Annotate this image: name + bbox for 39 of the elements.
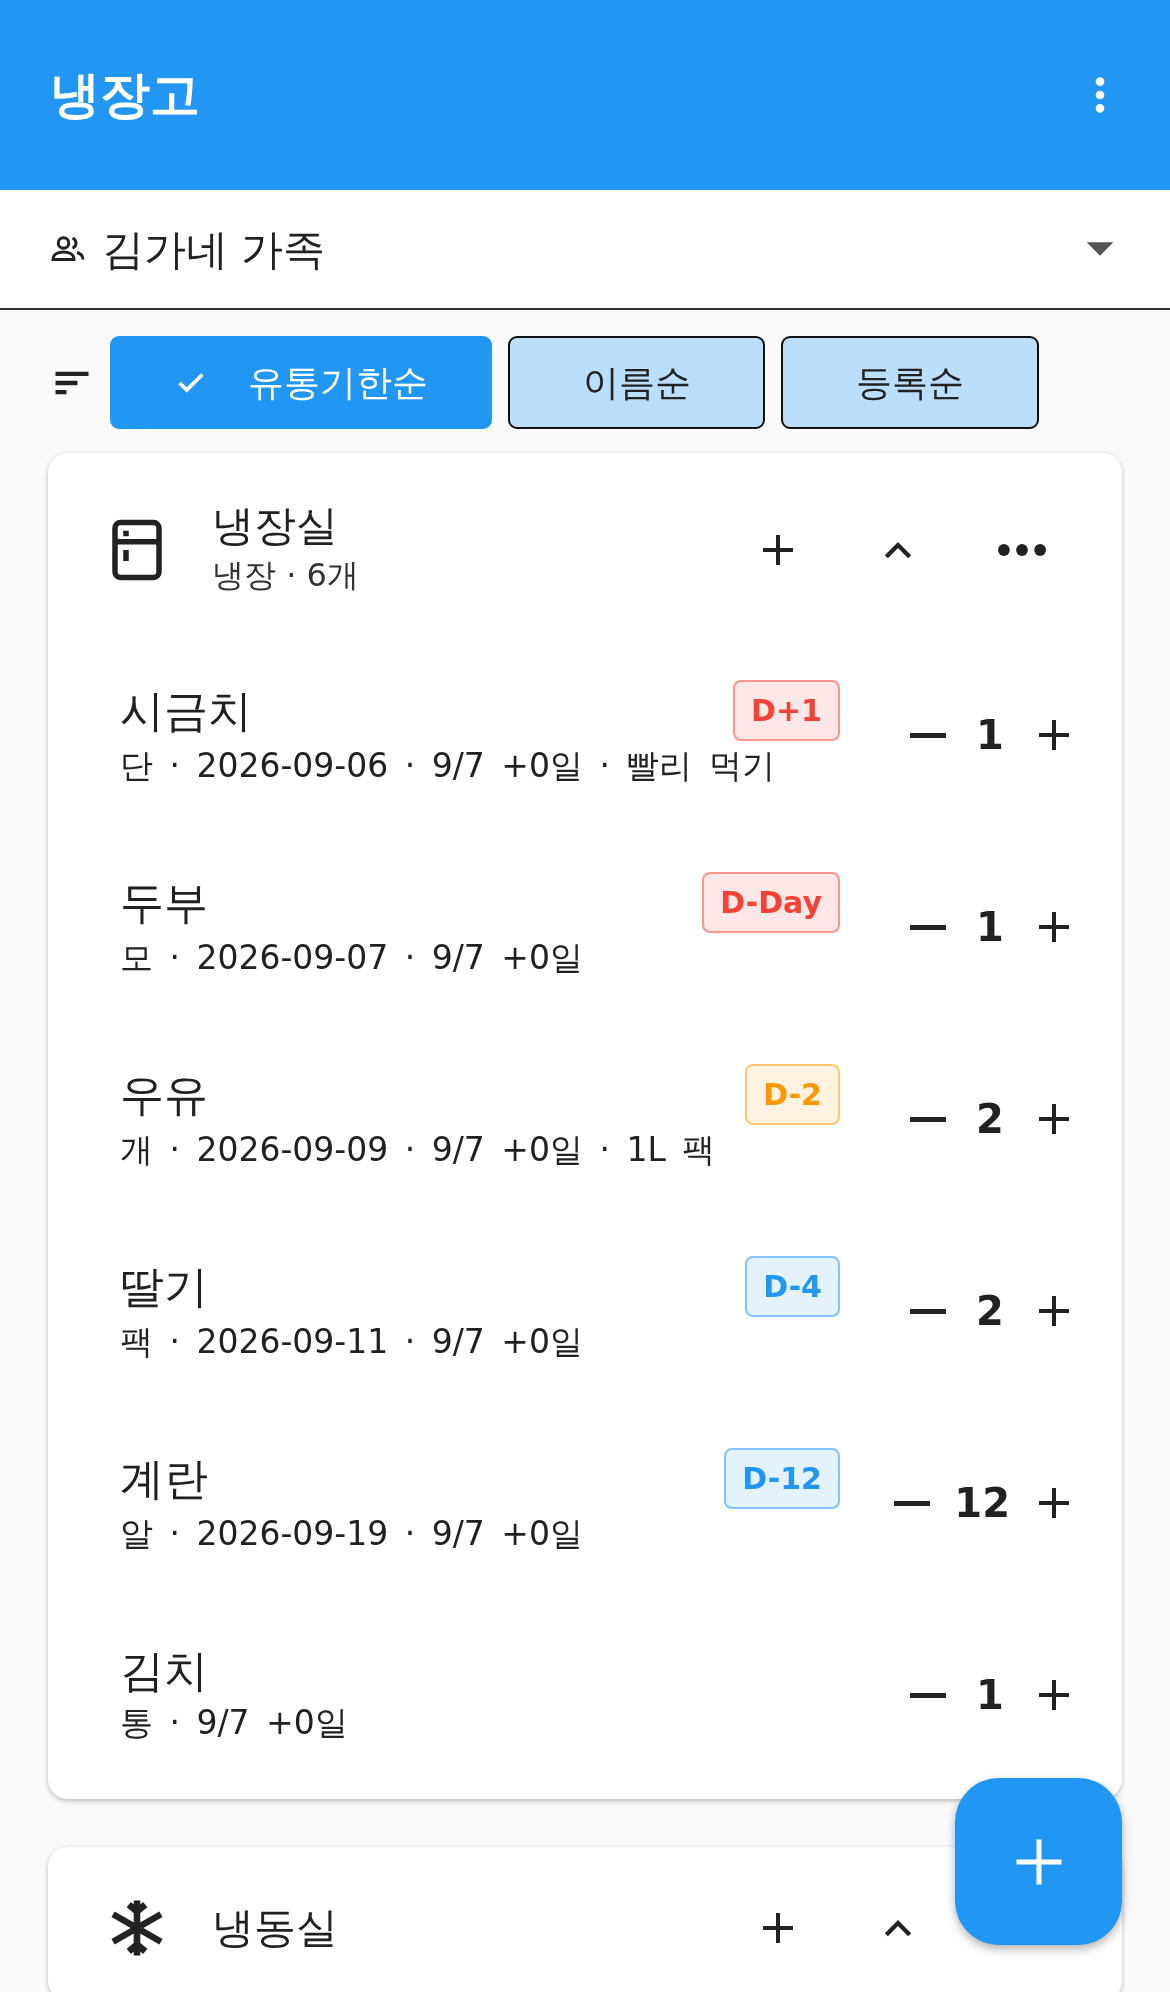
item-details: 팩 · 2026-09-11 · 9/7 +0일: [120, 1321, 584, 1364]
item-name: 딸기: [120, 1260, 208, 1315]
item-name: 계란: [120, 1452, 208, 1507]
quantity: 2: [975, 1287, 1005, 1337]
d-day-badge: D+1: [733, 680, 840, 742]
section-title: 냉동실: [212, 1903, 339, 1954]
item-details: 알 · 2026-09-19 · 9/7 +0일: [120, 1513, 584, 1556]
item-name: 시금치: [120, 684, 252, 739]
quantity: 1: [975, 1671, 1005, 1721]
d-day-badge: D-Day: [702, 872, 840, 934]
quantity: 2: [975, 1095, 1005, 1145]
section-title: 냉장실: [212, 501, 339, 552]
d-day-badge: D-2: [745, 1064, 840, 1126]
family-name: 김가네 가족: [102, 223, 326, 276]
item-details: 통 · 9/7 +0일: [120, 1702, 349, 1745]
app-title: 냉장고: [50, 65, 200, 125]
minus-icon: [910, 1116, 946, 1122]
item-name: 김치: [120, 1644, 208, 1699]
item-details: 모 · 2026-09-07 · 9/7 +0일: [120, 937, 584, 980]
quantity: 12: [954, 1479, 1010, 1529]
add-fab-button[interactable]: [955, 1778, 1122, 1945]
minus-icon: [910, 1692, 946, 1698]
d-day-badge: D-4: [745, 1256, 840, 1318]
quantity: 1: [975, 903, 1005, 953]
item-name: 우유: [120, 1068, 208, 1123]
minus-icon: [910, 924, 946, 930]
d-day-badge: D-12: [724, 1448, 840, 1510]
family-dropdown[interactable]: 김가네 가족: [0, 190, 1170, 310]
minus-icon: [894, 1500, 931, 1506]
item-name: 두부: [120, 876, 208, 931]
item-details: 개 · 2026-09-09 · 9/7 +0일 · 1L 팩: [120, 1129, 717, 1172]
item-details: 단 · 2026-09-06 · 9/7 +0일 · 빨리 먹기: [120, 745, 776, 788]
section-subtitle: 냉장 · 6개: [212, 555, 360, 597]
minus-icon: [910, 1308, 946, 1314]
sort-chip[interactable]: 이름순: [508, 336, 765, 429]
quantity: 1: [975, 711, 1005, 761]
sort-chip[interactable]: 등록순: [781, 336, 1039, 429]
minus-icon: [910, 732, 946, 738]
more-icon: [998, 544, 1046, 557]
